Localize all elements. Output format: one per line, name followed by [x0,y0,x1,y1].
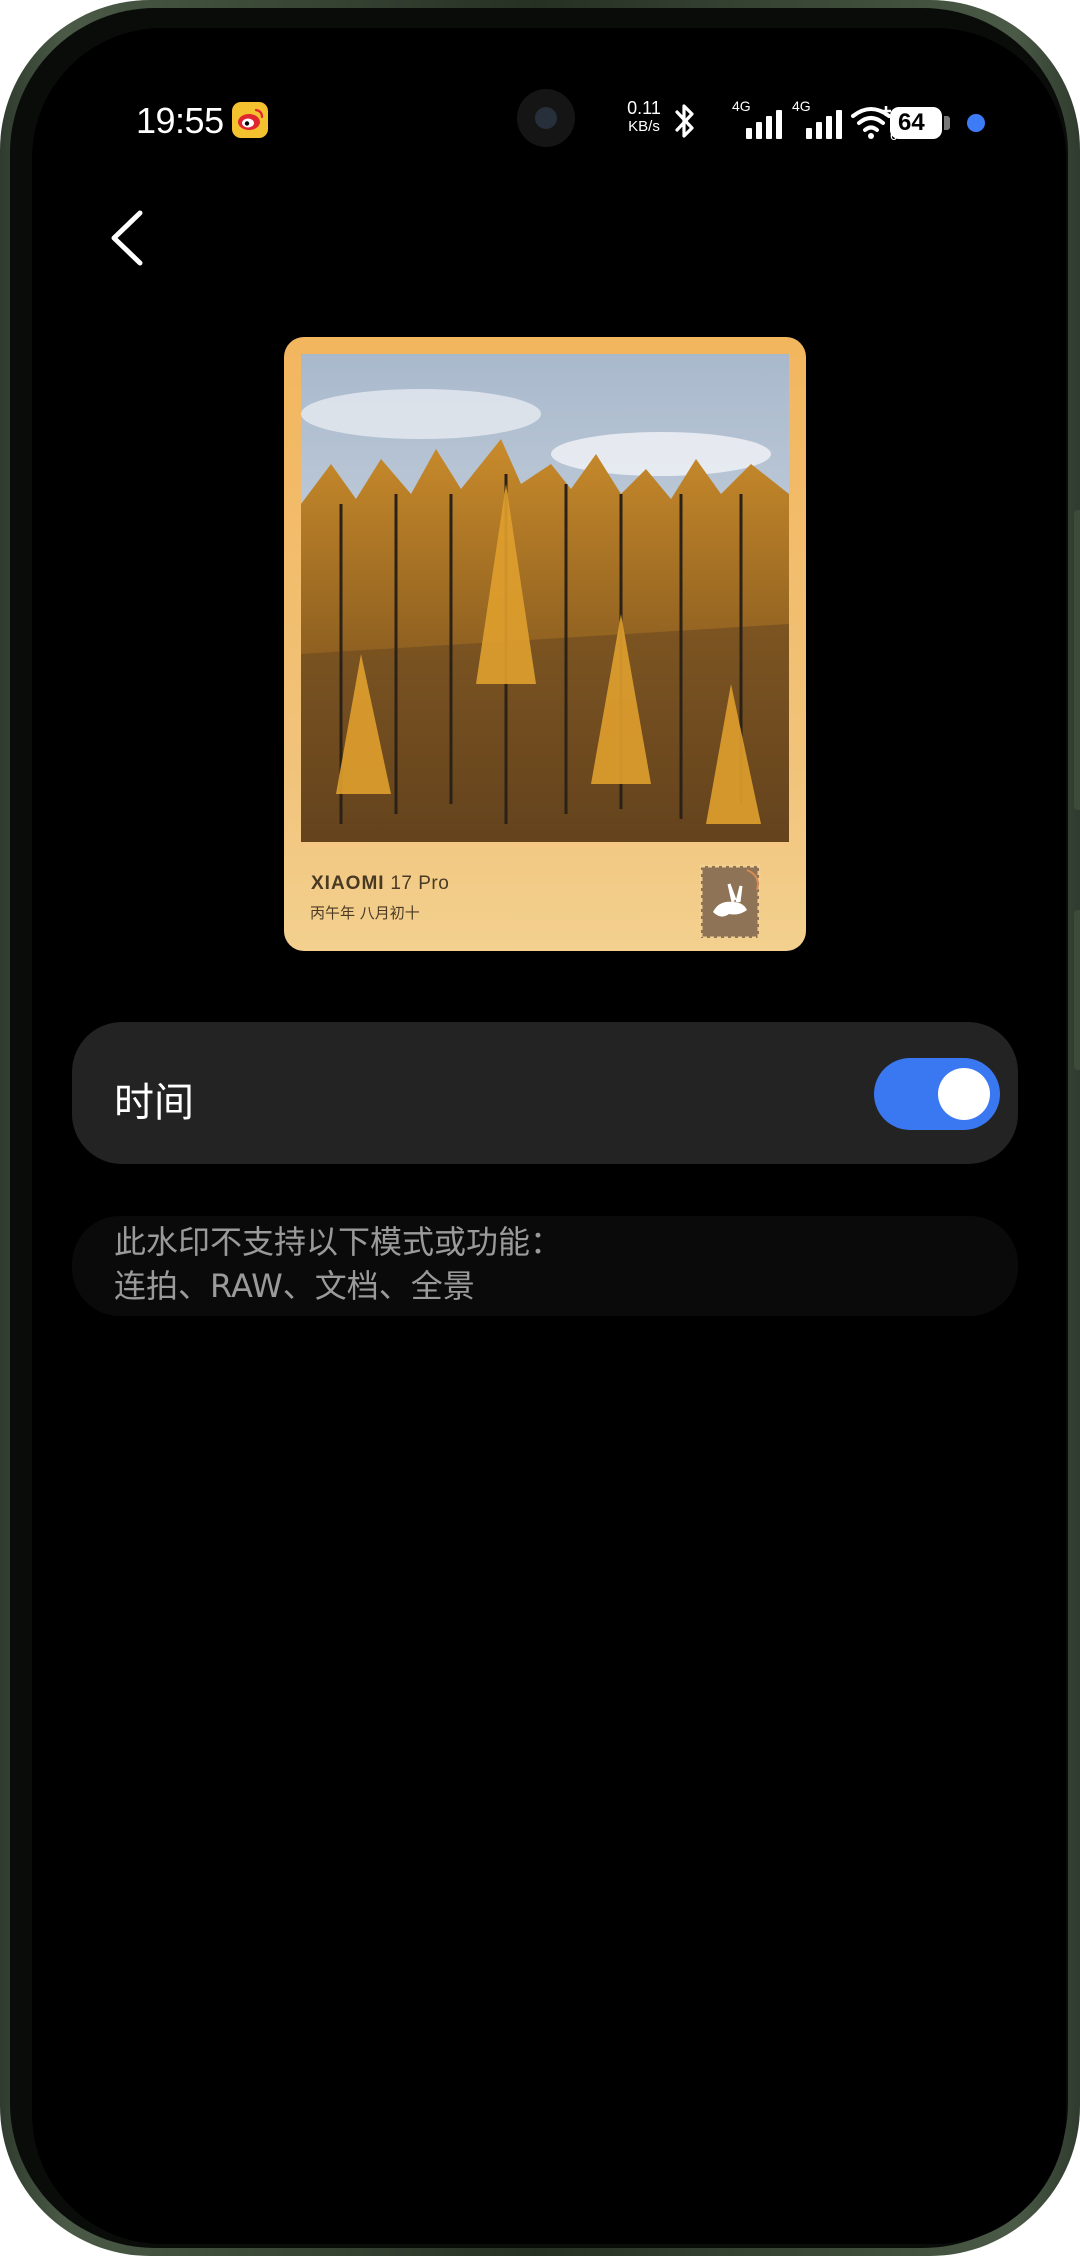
phone-bezel: 19:55 0.11 KB/s 4G 4G 64 XIAOMI 17 Pro 丙… [10,8,1068,2248]
phone-frame: 19:55 0.11 KB/s 4G 4G 64 XIAOMI 17 Pro 丙… [0,0,1080,2256]
lunar-date: 丙午年 八月初十 [310,904,420,922]
back-button[interactable] [98,203,158,273]
status-bar: 19:55 0.11 KB/s 4G 4G 64 [32,28,1066,178]
network-speed: 0.11 KB/s [622,98,666,136]
notification-dot [967,114,985,132]
wifi-icon [850,104,894,142]
toggle-knob [938,1068,990,1120]
weibo-icon [232,102,268,138]
time-setting-row[interactable]: 时间 [72,1022,1018,1164]
bluetooth-icon [672,100,698,142]
battery-tip [944,116,950,130]
brand-name: XIAOMI [311,873,385,894]
side-button [1074,510,1080,810]
signal-icon [744,110,788,140]
network-speed-unit: KB/s [628,118,660,135]
side-button [1074,910,1080,1070]
notice-line-2: 连拍、RAW、文档、全景 [114,1267,475,1305]
signal-icon [804,110,848,140]
rabbit-stamp-icon [699,862,765,942]
screen: 19:55 0.11 KB/s 4G 4G 64 XIAOMI 17 Pro 丙… [32,28,1066,2244]
notice-line-1: 此水印不支持以下模式或功能： [114,1223,563,1261]
status-time: 19:55 [136,100,224,141]
preview-photo [301,354,789,842]
chevron-left-icon [111,210,143,266]
model-name: 17 Pro [390,873,450,894]
watermark-preview-card: XIAOMI 17 Pro 丙午年 八月初十 [284,337,806,951]
front-camera [517,89,575,147]
time-setting-label: 时间 [114,1080,194,1126]
brand-text: XIAOMI 17 Pro [311,873,449,895]
battery-icon: 64 [890,107,942,139]
network-speed-value: 0.11 [627,98,661,118]
unsupported-modes-notice: 此水印不支持以下模式或功能： 连拍、RAW、文档、全景 [114,1220,562,1308]
time-toggle[interactable] [874,1058,1000,1130]
